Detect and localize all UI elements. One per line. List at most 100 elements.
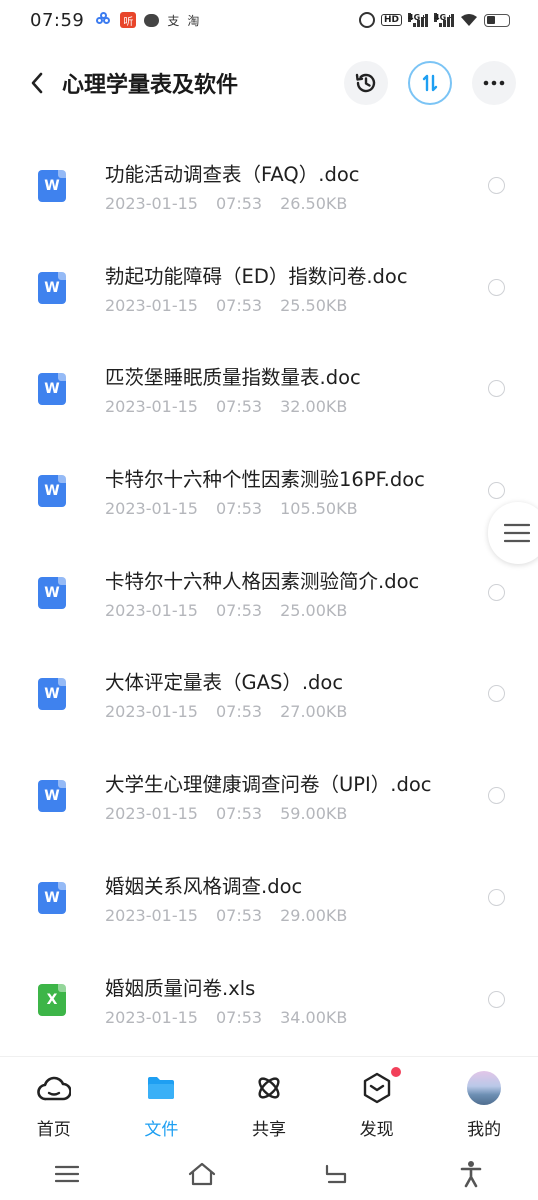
recent-apps-button[interactable]: [47, 1154, 87, 1194]
signal-icon-1: 4G+: [408, 13, 428, 27]
file-name: 婚姻关系风格调查.doc: [105, 874, 303, 898]
file-meta: 2023-01-15 07:53 59.00KB: [105, 804, 347, 823]
header-actions: [344, 61, 516, 105]
file-meta: 2023-01-15 07:53 25.00KB: [105, 601, 347, 620]
file-meta: 2023-01-15 07:53 29.00KB: [105, 906, 347, 925]
folder-icon: [144, 1071, 178, 1105]
back-nav-button[interactable]: [316, 1154, 356, 1194]
battery-icon: [484, 13, 510, 27]
file-name: 大学生心理健康调查问卷（UPI）.doc: [105, 773, 432, 797]
file-meta: 2023-01-15 07:53 27.00KB: [105, 702, 347, 721]
file-time: 07:53: [215, 702, 263, 722]
status-system-icons: HD 4G+ 4G+: [358, 12, 510, 28]
excel-xls-icon: X: [38, 983, 66, 1016]
home-button[interactable]: [182, 1154, 222, 1194]
file-list: W 功能活动调查表（FAQ）.doc 2023-01-15 07:53 26.50K…: [0, 122, 538, 1037]
status-time: 07:59: [30, 9, 85, 31]
file-row[interactable]: X 婚姻质量问卷.xls 2023-01-15 07:53 34.00KB: [0, 936, 538, 1038]
file-row[interactable]: W 大学生心理健康调查问卷（UPI）.doc 2023-01-15 07:53 59…: [0, 732, 538, 834]
select-checkbox[interactable]: [488, 380, 505, 398]
nav-home[interactable]: 首页: [0, 1057, 108, 1148]
file-name: 功能活动调查表（FAQ）.doc: [105, 163, 360, 186]
file-meta: 2023-01-15 07:53 34.00KB: [105, 1008, 347, 1027]
file-time: 07:53: [215, 1007, 263, 1027]
file-row[interactable]: W 功能活动调查表（FAQ）.doc 2023-01-15 07:53 26.50K…: [0, 122, 538, 224]
file-time: 07:53: [215, 804, 263, 824]
file-time: 07:53: [215, 499, 263, 519]
nav-discover[interactable]: 发现: [323, 1057, 431, 1148]
select-checkbox[interactable]: [488, 482, 505, 500]
chevron-left-icon: [31, 72, 43, 94]
nav-label: 共享: [251, 1120, 286, 1140]
notification-badge: [390, 1067, 401, 1077]
page-title: 心理学量表及软件: [62, 73, 239, 98]
select-checkbox[interactable]: [488, 583, 505, 601]
taobao-icon: 淘: [187, 13, 200, 28]
select-checkbox[interactable]: [488, 177, 505, 194]
nav-label: 首页: [36, 1120, 71, 1140]
back-button[interactable]: [22, 63, 52, 103]
sort-button[interactable]: [408, 61, 452, 105]
file-row[interactable]: W 勃起功能障碍（ED）指数问卷.doc 2023-01-15 07:53 25.5…: [0, 224, 538, 326]
menu-lines-icon: [504, 523, 530, 543]
file-size: 27.00KB: [280, 702, 348, 722]
accessibility-icon: [460, 1161, 482, 1188]
history-button[interactable]: [344, 61, 388, 105]
wifi-icon: [460, 13, 478, 27]
word-doc-icon: W: [38, 271, 66, 304]
status-app-icons: 听 支 淘: [96, 12, 199, 29]
header: 心理学量表及软件: [0, 52, 538, 114]
file-date: 2023-01-15: [105, 1007, 198, 1027]
file-date: 2023-01-15: [105, 905, 198, 925]
hd-voice-icon: HD: [380, 14, 402, 26]
avatar: [467, 1071, 502, 1105]
nav-label: 我的: [467, 1120, 502, 1140]
word-doc-icon: W: [38, 780, 66, 813]
file-name: 大体评定量表（GAS）.doc: [105, 671, 344, 695]
select-checkbox[interactable]: [488, 685, 505, 703]
file-time: 07:53: [215, 397, 263, 417]
file-name: 卡特尔十六种人格因素测验简介.doc: [105, 569, 420, 593]
file-size: 32.00KB: [280, 397, 348, 417]
signal-icon-2: 4G+: [434, 13, 454, 27]
nav-label: 发现: [359, 1120, 394, 1140]
file-date: 2023-01-15: [105, 397, 198, 417]
nav-share[interactable]: 共享: [215, 1057, 323, 1148]
select-checkbox[interactable]: [488, 990, 505, 1008]
more-icon: [483, 80, 505, 86]
file-meta: 2023-01-15 07:53 32.00KB: [105, 397, 347, 416]
accessibility-button[interactable]: [451, 1154, 491, 1194]
file-size: 105.50KB: [280, 499, 358, 519]
file-name: 勃起功能障碍（ED）指数问卷.doc: [105, 264, 408, 288]
nav-files[interactable]: 文件: [108, 1057, 216, 1148]
status-bar: 07:59 听 支 淘 HD 4G+ 4G+: [0, 0, 538, 40]
file-size: 26.50KB: [280, 194, 348, 213]
file-size: 25.00KB: [280, 600, 348, 620]
file-time: 07:53: [215, 194, 263, 213]
file-row[interactable]: W 婚姻关系风格调查.doc 2023-01-15 07:53 29.00KB: [0, 834, 538, 936]
back-arrow-icon: [326, 1164, 347, 1184]
alarm-icon: [358, 12, 375, 28]
word-doc-icon: W: [38, 576, 66, 609]
system-nav-bar: [0, 1148, 538, 1200]
file-row[interactable]: W 大体评定量表（GAS）.doc 2023-01-15 07:53 27.00KB: [0, 630, 538, 732]
file-date: 2023-01-15: [105, 702, 198, 722]
file-date: 2023-01-15: [105, 295, 198, 315]
listen-app-icon: 听: [120, 12, 137, 28]
file-row[interactable]: W 匹茨堡睡眠质量指数量表.doc 2023-01-15 07:53 32.00KB: [0, 325, 538, 427]
file-row[interactable]: W 卡特尔十六种人格因素测验简介.doc 2023-01-15 07:53 25.0…: [0, 529, 538, 631]
floating-menu-handle[interactable]: [488, 502, 538, 564]
history-icon: [355, 73, 376, 93]
word-doc-icon: W: [38, 373, 66, 406]
baidu-netdisk-icon: [96, 12, 112, 27]
bottom-nav: 首页 文件 共享 发现 我的: [0, 1056, 538, 1148]
nav-mine[interactable]: 我的: [430, 1057, 538, 1148]
select-checkbox[interactable]: [488, 278, 505, 296]
more-button[interactable]: [472, 61, 516, 105]
alipay-icon: 支: [167, 13, 180, 28]
file-row[interactable]: W 卡特尔十六种个性因素测验16PF.doc 2023-01-15 07:53 10…: [0, 427, 538, 529]
word-doc-icon: W: [38, 678, 66, 711]
select-checkbox[interactable]: [488, 888, 505, 906]
select-checkbox[interactable]: [488, 787, 505, 805]
atom-share-icon: [252, 1071, 286, 1105]
